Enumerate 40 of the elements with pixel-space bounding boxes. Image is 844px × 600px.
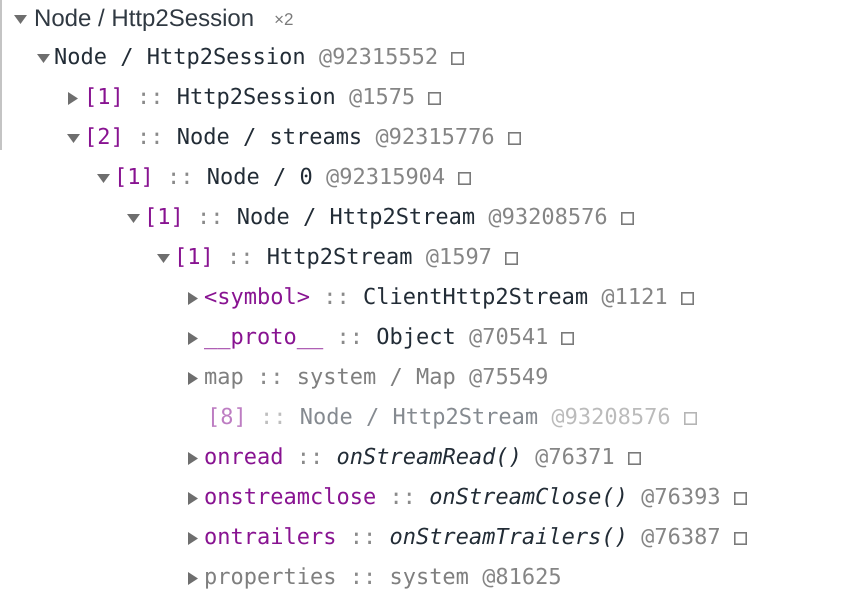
square-icon[interactable]	[734, 532, 747, 544]
triangle-right-icon[interactable]	[68, 92, 78, 104]
square-icon[interactable]	[561, 332, 574, 344]
square-icon[interactable]	[428, 92, 442, 104]
triangle-right-icon[interactable]	[188, 452, 198, 464]
triangle-down-icon[interactable]	[126, 214, 140, 222]
tree-node-label[interactable]: [1] :: Node / Http2Stream @93208576	[144, 207, 608, 229]
square-icon[interactable]	[504, 252, 518, 264]
group-label[interactable]: Node / Http2Session	[34, 7, 254, 31]
triangle-down-icon[interactable]	[14, 14, 27, 24]
triangle-down-icon[interactable]	[156, 254, 170, 262]
tree-node-label[interactable]: onstreamclose :: onStreamClose() @76393	[204, 487, 721, 509]
square-icon[interactable]	[620, 212, 634, 224]
square-icon[interactable]	[508, 132, 521, 144]
square-icon[interactable]	[458, 172, 472, 184]
tree-node-label[interactable]: [1] :: Http2Session @1575	[84, 87, 416, 109]
tree-node-label[interactable]: [1] :: Http2Stream @1597	[174, 247, 492, 269]
triangle-right-icon[interactable]	[188, 332, 198, 344]
tree-node-label[interactable]: __proto__ :: Object @70541	[204, 327, 548, 349]
triangle-right-icon[interactable]	[188, 572, 198, 584]
tree-node-label[interactable]: [1] :: Node / 0 @92315904	[114, 167, 446, 189]
tree-node-label[interactable]: properties :: system @81625	[204, 567, 562, 589]
tree-node-label[interactable]: <symbol> :: ClientHttp2Stream @1121	[204, 287, 668, 309]
triangle-right-icon[interactable]	[188, 492, 198, 504]
tree-node-label[interactable]: [2] :: Node / streams @92315776	[84, 127, 495, 149]
square-icon[interactable]	[734, 492, 747, 504]
triangle-down-icon[interactable]	[36, 54, 50, 62]
tree-node-label[interactable]: map :: system / Map @75549	[204, 367, 548, 389]
tree-node-label[interactable]: Node / Http2Session @92315552	[54, 47, 438, 69]
triangle-down-icon[interactable]	[66, 134, 80, 142]
triangle-right-icon[interactable]	[188, 532, 198, 544]
instance-count: ×2	[274, 10, 294, 28]
square-icon[interactable]	[628, 452, 641, 464]
tree-node-label[interactable]: ontrailers :: onStreamTrailers() @76387	[204, 527, 721, 549]
triangle-right-icon[interactable]	[188, 372, 198, 384]
square-icon[interactable]	[451, 52, 464, 64]
triangle-right-icon[interactable]	[188, 292, 198, 304]
tree-node-label[interactable]: onread :: onStreamRead() @76371	[204, 447, 615, 469]
square-icon[interactable]	[680, 292, 694, 304]
triangle-down-icon[interactable]	[96, 174, 110, 182]
